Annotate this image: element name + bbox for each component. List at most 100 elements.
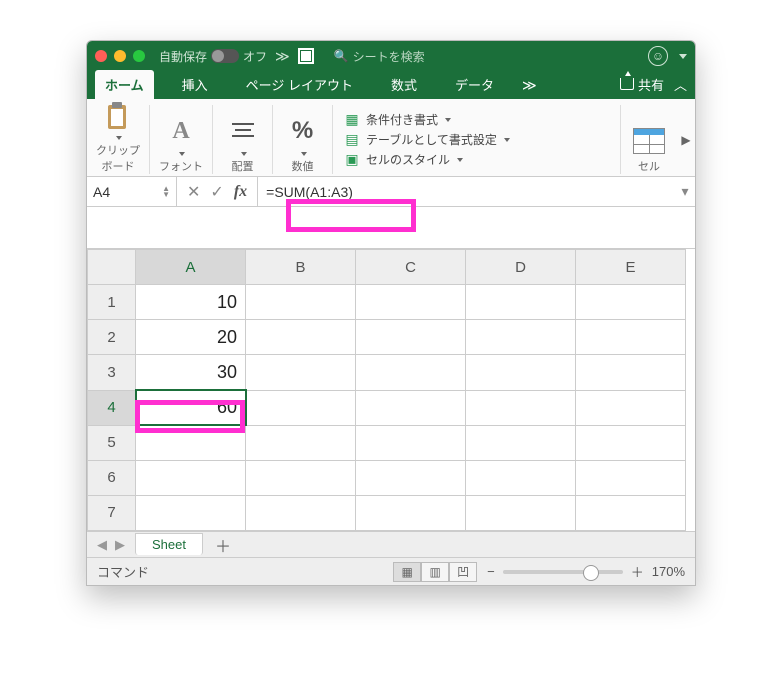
cell-C6[interactable] <box>356 460 466 495</box>
view-normal-icon[interactable]: ▦ <box>393 562 421 582</box>
autosave-toggle[interactable]: 自動保存 オフ <box>159 48 267 65</box>
group-number[interactable]: % 数値 <box>273 105 333 174</box>
worksheet[interactable]: ABCDE 110220330460567 <box>87 249 695 531</box>
enter-icon[interactable]: ✓ <box>210 182 223 202</box>
tab-home[interactable]: ホーム <box>95 70 154 99</box>
view-page-layout-icon[interactable]: ▥ <box>421 562 449 582</box>
cells-icon[interactable] <box>633 128 665 154</box>
ribbon-overflow-icon[interactable]: ▶ <box>677 105 695 174</box>
cell-A2[interactable]: 20 <box>136 320 246 355</box>
row-header-4[interactable]: 4 <box>88 390 136 425</box>
cell-E5[interactable] <box>576 425 686 460</box>
cell-A1[interactable]: 10 <box>136 285 246 320</box>
row-header-3[interactable]: 3 <box>88 355 136 390</box>
feedback-icon[interactable]: ☺ <box>648 46 668 66</box>
cell-D3[interactable] <box>466 355 576 390</box>
conditional-format-button[interactable]: ▦ 条件付き書式 <box>343 111 610 128</box>
chevron-down-icon[interactable] <box>679 54 687 59</box>
cell-B7[interactable] <box>246 495 356 530</box>
cell-C3[interactable] <box>356 355 466 390</box>
row-header-1[interactable]: 1 <box>88 285 136 320</box>
chevron-down-icon <box>116 136 122 140</box>
toggle-icon[interactable] <box>211 49 239 63</box>
cell-B2[interactable] <box>246 320 356 355</box>
collapse-ribbon-icon[interactable]: ︿ <box>674 75 687 94</box>
group-styles: ▦ 条件付き書式 ▤ テーブルとして書式設定 ▣ セルのスタイル <box>333 105 621 174</box>
zoom-icon[interactable] <box>133 50 145 62</box>
cell-D2[interactable] <box>466 320 576 355</box>
cell-B4[interactable] <box>246 390 356 425</box>
stepper-icon[interactable]: ▲▼ <box>162 186 170 198</box>
close-icon[interactable] <box>95 50 107 62</box>
sheet-next-icon[interactable]: ▶ <box>115 537 125 553</box>
cell-A6[interactable] <box>136 460 246 495</box>
group-clipboard[interactable]: クリップ ボード <box>87 105 150 174</box>
fx-icon[interactable]: fx <box>234 183 247 201</box>
cell-E1[interactable] <box>576 285 686 320</box>
group-cells[interactable]: セル <box>621 105 677 174</box>
cell-D5[interactable] <box>466 425 576 460</box>
tab-insert[interactable]: 挿入 <box>172 70 218 99</box>
cancel-icon[interactable]: ✕ <box>187 182 200 202</box>
expand-formula-icon[interactable]: ▾ <box>675 183 695 200</box>
cell-E7[interactable] <box>576 495 686 530</box>
cell-A3[interactable]: 30 <box>136 355 246 390</box>
share-button[interactable]: 共有 <box>620 75 664 94</box>
cell-B6[interactable] <box>246 460 356 495</box>
col-header-C[interactable]: C <box>356 250 466 285</box>
row-header-5[interactable]: 5 <box>88 425 136 460</box>
cell-C7[interactable] <box>356 495 466 530</box>
row-header-6[interactable]: 6 <box>88 460 136 495</box>
name-box[interactable]: A4 ▲▼ <box>87 177 177 206</box>
cell-A4[interactable]: 60 <box>136 390 246 425</box>
cell-C4[interactable] <box>356 390 466 425</box>
cell-A7[interactable] <box>136 495 246 530</box>
row-header-2[interactable]: 2 <box>88 320 136 355</box>
align-icon[interactable] <box>226 113 260 149</box>
cell-C5[interactable] <box>356 425 466 460</box>
select-all-corner[interactable] <box>88 250 136 285</box>
cell-D1[interactable] <box>466 285 576 320</box>
col-header-E[interactable]: E <box>576 250 686 285</box>
zoom-out-button[interactable]: − <box>487 564 495 579</box>
cell-E3[interactable] <box>576 355 686 390</box>
font-icon[interactable]: A <box>164 113 198 149</box>
cell-D4[interactable] <box>466 390 576 425</box>
tab-formulas[interactable]: 数式 <box>381 70 427 99</box>
cell-B1[interactable] <box>246 285 356 320</box>
paste-icon[interactable] <box>101 101 135 133</box>
cell-E4[interactable] <box>576 390 686 425</box>
tab-data[interactable]: データ <box>445 70 504 99</box>
sheet-tab[interactable]: Sheet <box>135 533 203 555</box>
row-header-7[interactable]: 7 <box>88 495 136 530</box>
col-header-B[interactable]: B <box>246 250 356 285</box>
tabs-overflow-icon[interactable]: ≫ <box>522 77 533 99</box>
add-sheet-button[interactable]: ＋ <box>203 533 243 557</box>
col-header-D[interactable]: D <box>466 250 576 285</box>
cell-B5[interactable] <box>246 425 356 460</box>
table-format-button[interactable]: ▤ テーブルとして書式設定 <box>343 131 610 148</box>
group-font[interactable]: A フォント <box>150 105 213 174</box>
cell-C1[interactable] <box>356 285 466 320</box>
cell-D7[interactable] <box>466 495 576 530</box>
cell-C2[interactable] <box>356 320 466 355</box>
cell-D6[interactable] <box>466 460 576 495</box>
formula-input[interactable]: =SUM(A1:A3) <box>258 177 675 206</box>
zoom-in-button[interactable]: ＋ <box>631 562 644 581</box>
percent-icon[interactable]: % <box>286 113 320 149</box>
qat-overflow-icon[interactable]: ≫ <box>275 48 286 65</box>
cell-E6[interactable] <box>576 460 686 495</box>
col-header-A[interactable]: A <box>136 250 246 285</box>
cell-A5[interactable] <box>136 425 246 460</box>
sheet-prev-icon[interactable]: ◀ <box>97 537 107 553</box>
zoom-slider[interactable] <box>503 570 623 574</box>
search-input[interactable]: 🔍 シートを検索 <box>326 46 433 66</box>
tab-page-layout[interactable]: ページ レイアウト <box>236 70 363 99</box>
cell-styles-button[interactable]: ▣ セルのスタイル <box>343 151 610 168</box>
cell-E2[interactable] <box>576 320 686 355</box>
minimize-icon[interactable] <box>114 50 126 62</box>
cell-B3[interactable] <box>246 355 356 390</box>
grid[interactable]: ABCDE 110220330460567 <box>87 249 686 531</box>
group-align[interactable]: 配置 <box>213 105 273 174</box>
view-page-break-icon[interactable]: 凹 <box>449 562 477 582</box>
